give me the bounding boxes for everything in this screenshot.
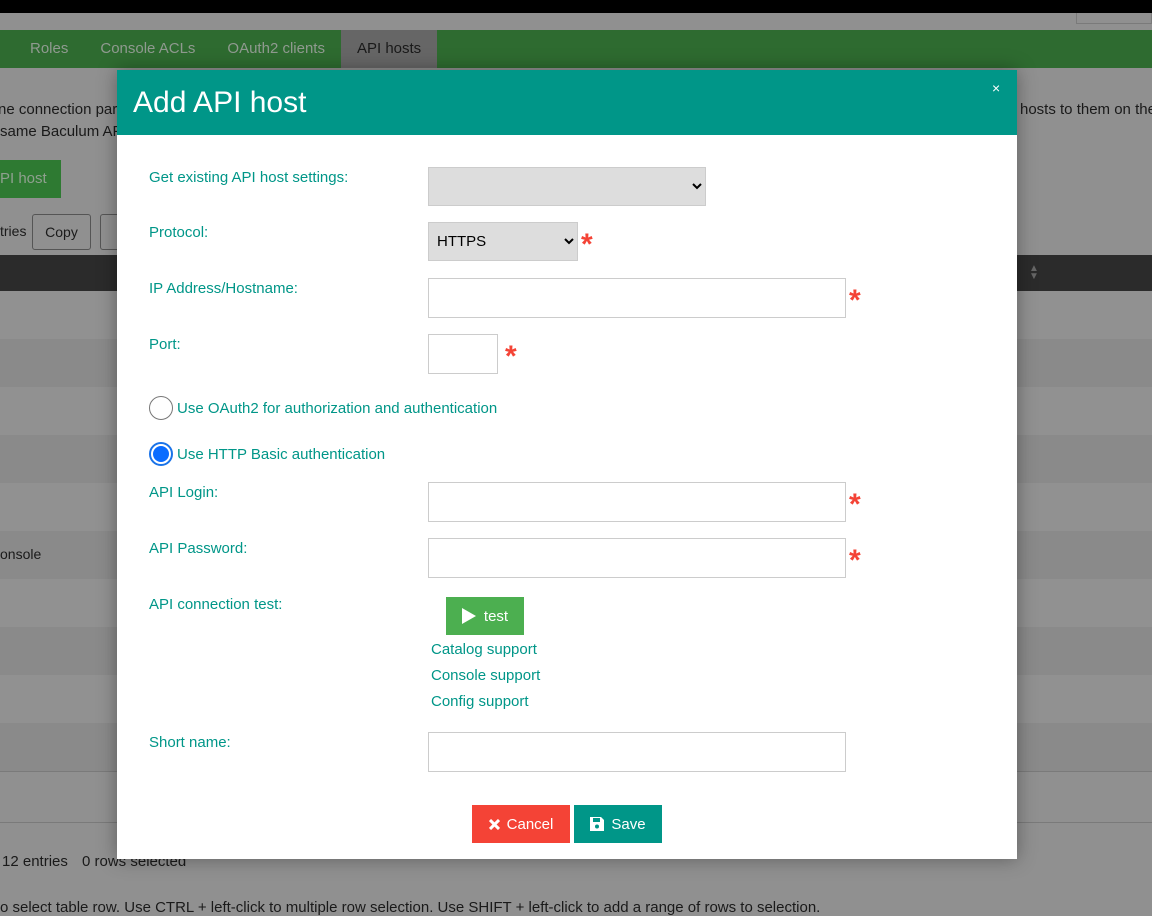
description-text: ne connection para bbox=[0, 101, 126, 118]
save-icon bbox=[590, 817, 605, 831]
add-api-host-dialog: Add API host × Get existing API host set… bbox=[117, 70, 1017, 859]
existing-settings-select[interactable] bbox=[428, 167, 706, 206]
existing-settings-label: Get existing API host settings: bbox=[149, 169, 349, 186]
dialog-header: Add API host × bbox=[117, 70, 1017, 135]
top-control bbox=[1076, 13, 1152, 24]
short-name-label: Short name: bbox=[149, 734, 231, 751]
required-icon: * bbox=[849, 284, 861, 317]
nav-tabs: Roles Console ACLs OAuth2 clients API ho… bbox=[0, 30, 1152, 68]
basic-auth-label: Use HTTP Basic authentication bbox=[177, 445, 386, 463]
cancel-button[interactable]: Cancel bbox=[472, 805, 570, 843]
close-icon bbox=[488, 818, 500, 830]
oauth2-label: Use OAuth2 for authorization and authent… bbox=[177, 399, 498, 417]
login-label: API Login: bbox=[149, 484, 219, 501]
required-icon: * bbox=[849, 488, 861, 521]
test-button-label: test bbox=[483, 607, 509, 625]
basic-auth-radio[interactable] bbox=[149, 442, 173, 466]
top-bar bbox=[0, 0, 1152, 13]
save-button[interactable]: Save bbox=[574, 805, 662, 843]
short-name-input[interactable] bbox=[428, 732, 846, 772]
add-api-host-button[interactable]: PI host bbox=[0, 160, 61, 198]
console-support-link[interactable]: Console support bbox=[431, 667, 540, 684]
host-input[interactable] bbox=[428, 278, 846, 318]
oauth2-radio[interactable] bbox=[149, 396, 173, 420]
cancel-label: Cancel bbox=[506, 815, 554, 833]
entries-info: 12 entries bbox=[2, 853, 68, 870]
basic-auth-option[interactable]: Use HTTP Basic authentication bbox=[149, 442, 385, 466]
config-support-link[interactable]: Config support bbox=[431, 693, 529, 710]
protocol-select[interactable]: HTTPS bbox=[428, 222, 578, 261]
oauth2-option[interactable]: Use OAuth2 for authorization and authent… bbox=[149, 396, 497, 420]
dialog-title: Add API host bbox=[133, 86, 307, 119]
required-icon: * bbox=[581, 228, 593, 261]
catalog-support-link[interactable]: Catalog support bbox=[431, 641, 537, 658]
login-input[interactable] bbox=[428, 482, 846, 522]
port-input[interactable] bbox=[428, 334, 498, 374]
selection-hint: o select table row. Use CTRL + left-clic… bbox=[0, 899, 821, 916]
tab-oauth2-clients[interactable]: OAuth2 clients bbox=[211, 30, 341, 68]
connection-test-label: API connection test: bbox=[149, 596, 283, 613]
tab-api-hosts[interactable]: API hosts bbox=[340, 30, 438, 68]
password-input[interactable] bbox=[428, 538, 846, 578]
host-label: IP Address/Hostname: bbox=[149, 280, 298, 297]
protocol-label: Protocol: bbox=[149, 224, 209, 241]
copy-button[interactable]: Copy bbox=[32, 214, 91, 250]
description-text-right: hosts to them on the bbox=[1020, 101, 1152, 118]
save-label: Save bbox=[611, 815, 646, 833]
description-text-2: same Baculum AP bbox=[0, 123, 123, 140]
close-icon[interactable]: × bbox=[992, 80, 1000, 96]
sort-icon[interactable]: ▲ ▼ bbox=[1029, 264, 1039, 282]
entries-label: tries bbox=[0, 223, 27, 239]
required-icon: * bbox=[849, 544, 861, 577]
play-icon bbox=[461, 608, 476, 624]
required-icon: * bbox=[505, 340, 517, 373]
tab-console-acls[interactable]: Console ACLs bbox=[84, 30, 211, 68]
port-label: Port: bbox=[149, 336, 181, 353]
row-text: onsole bbox=[0, 546, 42, 562]
test-button[interactable]: test bbox=[446, 597, 524, 635]
password-label: API Password: bbox=[149, 540, 248, 557]
tab-roles[interactable]: Roles bbox=[0, 30, 84, 68]
